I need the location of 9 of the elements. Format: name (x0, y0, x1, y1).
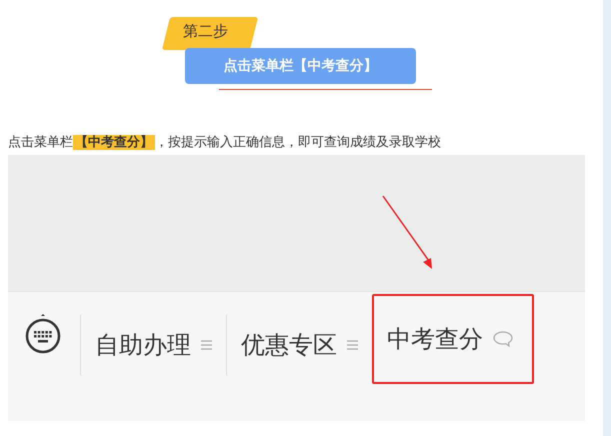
step-label: 第二步 (183, 22, 228, 41)
speech-bubble-icon (493, 331, 513, 347)
list-icon (347, 340, 358, 350)
step-title: 点击菜单栏【中考查分】 (185, 48, 416, 84)
menu-item[interactable]: 中考查分 (372, 294, 534, 384)
menu-item[interactable]: 自助办理 (80, 314, 226, 376)
keyboard-icon[interactable] (24, 314, 62, 354)
list-icon (201, 340, 212, 350)
menu-item[interactable]: 优惠专区 (226, 314, 372, 376)
